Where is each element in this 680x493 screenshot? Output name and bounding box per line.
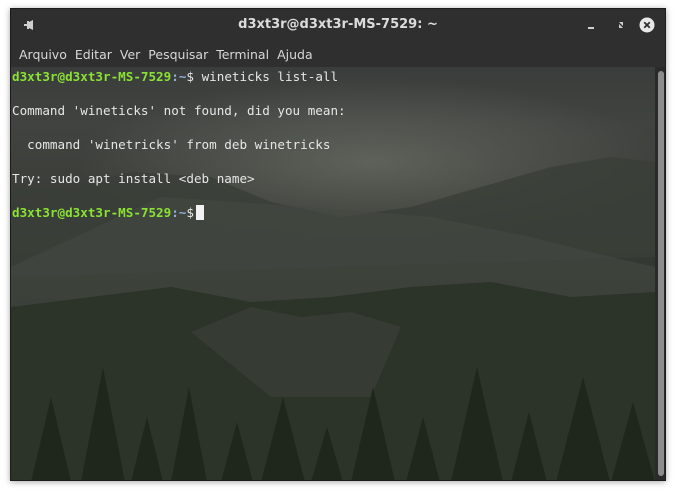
menu-pesquisar[interactable]: Pesquisar	[148, 47, 216, 62]
prompt-path: :~	[171, 69, 187, 84]
title-bar[interactable]: d3xt3r@d3xt3r-MS-7529: ~	[11, 9, 665, 41]
prompt-path: :~	[171, 205, 187, 220]
close-icon[interactable]	[639, 17, 655, 33]
window-title: d3xt3r@d3xt3r-MS-7529: ~	[238, 17, 438, 32]
menu-ver[interactable]: Ver	[120, 47, 148, 62]
command-line: d3xt3r@d3xt3r-MS-7529:~$ wineticks list-…	[12, 68, 655, 85]
prompt-user: d3xt3r@d3xt3r-MS-7529	[12, 205, 172, 220]
current-prompt-line: d3xt3r@d3xt3r-MS-7529:~$	[12, 204, 655, 221]
vertical-scrollbar[interactable]	[655, 67, 665, 480]
entered-command: wineticks list-all	[194, 69, 339, 84]
text-cursor	[196, 205, 204, 220]
output-try: Try: sudo apt install <deb name>	[12, 171, 255, 186]
prompt-symbol: $	[186, 69, 194, 84]
scrollbar-thumb[interactable]	[658, 71, 664, 476]
output-suggestion: command 'winetricks' from deb winetricks	[12, 137, 331, 152]
prompt-symbol: $	[186, 205, 194, 220]
menu-arquivo[interactable]: Arquivo	[19, 47, 75, 62]
terminal-output-area[interactable]: d3xt3r@d3xt3r-MS-7529:~$ wineticks list-…	[11, 67, 655, 480]
terminal-text: d3xt3r@d3xt3r-MS-7529:~$ wineticks list-…	[12, 68, 655, 221]
menu-bar: Arquivo Editar Ver Pesquisar Terminal Aj…	[11, 41, 665, 67]
maximize-icon[interactable]	[613, 17, 629, 33]
prompt-user: d3xt3r@d3xt3r-MS-7529	[12, 69, 172, 84]
menu-terminal[interactable]: Terminal	[216, 47, 277, 62]
minimize-icon[interactable]	[583, 17, 599, 33]
terminal-window: d3xt3r@d3xt3r-MS-7529: ~ Arquivo Editar …	[10, 8, 666, 481]
menu-ajuda[interactable]: Ajuda	[277, 47, 321, 62]
output-not-found: Command 'wineticks' not found, did you m…	[12, 103, 346, 118]
menu-editar[interactable]: Editar	[75, 47, 120, 62]
